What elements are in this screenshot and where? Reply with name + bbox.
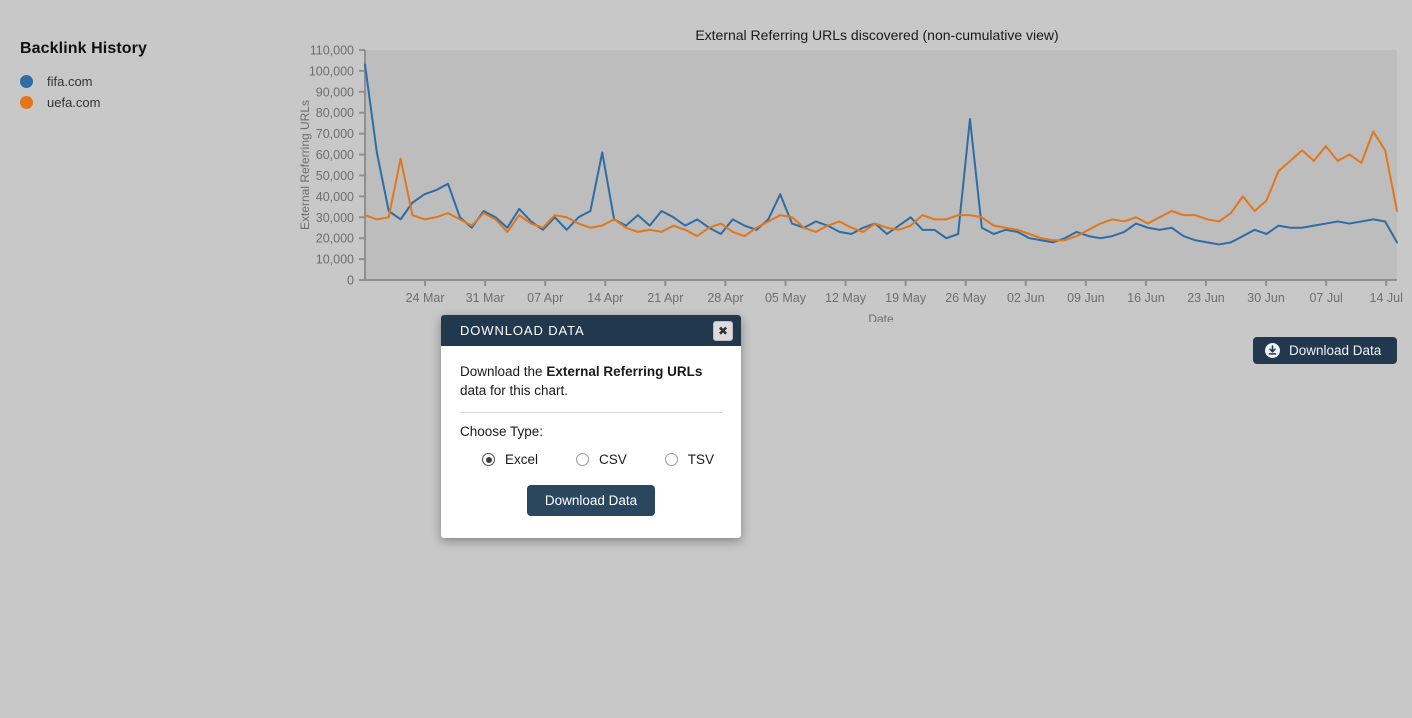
- svg-text:31 Mar: 31 Mar: [466, 291, 505, 305]
- svg-text:12 May: 12 May: [825, 291, 867, 305]
- svg-text:External Referring URLs: External Referring URLs: [298, 100, 312, 230]
- svg-text:14 Apr: 14 Apr: [587, 291, 623, 305]
- svg-text:100,000: 100,000: [309, 64, 354, 78]
- svg-text:70,000: 70,000: [316, 127, 354, 141]
- svg-text:21 Apr: 21 Apr: [647, 291, 683, 305]
- svg-text:Date: Date: [868, 312, 894, 322]
- download-data-button[interactable]: Download Data: [1253, 337, 1397, 364]
- svg-text:23 Jun: 23 Jun: [1187, 291, 1225, 305]
- download-data-button-label: Download Data: [1289, 343, 1381, 358]
- svg-text:0: 0: [347, 274, 354, 288]
- radio-button[interactable]: [665, 453, 678, 466]
- svg-text:24 Mar: 24 Mar: [406, 291, 445, 305]
- modal-description-suffix: data for this chart.: [460, 383, 568, 398]
- divider: [460, 412, 722, 413]
- svg-text:50,000: 50,000: [316, 169, 354, 183]
- radio-option-csv[interactable]: CSV: [576, 452, 627, 467]
- download-data-modal: DOWNLOAD DATA ✖ Download the External Re…: [441, 315, 741, 538]
- svg-text:26 May: 26 May: [945, 291, 987, 305]
- svg-text:05 May: 05 May: [765, 291, 807, 305]
- svg-text:07 Apr: 07 Apr: [527, 291, 563, 305]
- svg-text:30 Jun: 30 Jun: [1247, 291, 1285, 305]
- svg-text:16 Jun: 16 Jun: [1127, 291, 1165, 305]
- svg-text:07 Jul: 07 Jul: [1309, 291, 1342, 305]
- svg-text:80,000: 80,000: [316, 106, 354, 120]
- radio-option-excel[interactable]: Excel: [482, 452, 538, 467]
- radio-button[interactable]: [576, 453, 589, 466]
- choose-type-label: Choose Type:: [460, 424, 722, 439]
- svg-text:90,000: 90,000: [316, 85, 354, 99]
- radio-option-label: Excel: [505, 452, 538, 467]
- radio-option-tsv[interactable]: TSV: [665, 452, 714, 467]
- svg-text:110,000: 110,000: [310, 44, 354, 58]
- svg-text:14 Jul: 14 Jul: [1370, 291, 1403, 305]
- modal-download-data-button[interactable]: Download Data: [527, 485, 655, 516]
- svg-text:09 Jun: 09 Jun: [1067, 291, 1105, 305]
- modal-header: DOWNLOAD DATA ✖: [441, 315, 741, 346]
- svg-text:30,000: 30,000: [316, 211, 354, 225]
- backlink-history-panel: Backlink History fifa.com uefa.com Exter…: [0, 0, 1412, 368]
- modal-body: Download the External Referring URLs dat…: [441, 346, 741, 538]
- modal-description: Download the External Referring URLs dat…: [460, 362, 722, 400]
- svg-text:60,000: 60,000: [316, 148, 354, 162]
- radio-button[interactable]: [482, 453, 495, 466]
- download-icon: [1265, 343, 1280, 358]
- svg-text:10,000: 10,000: [316, 253, 354, 267]
- modal-description-emphasis: External Referring URLs: [546, 364, 702, 379]
- svg-text:20,000: 20,000: [316, 232, 354, 246]
- file-type-radio-group: Excel CSV TSV: [460, 452, 722, 467]
- modal-title: DOWNLOAD DATA: [460, 323, 585, 338]
- svg-text:02 Jun: 02 Jun: [1007, 291, 1045, 305]
- external-referring-urls-chart: External Referring URLs discovered (non-…: [0, 22, 1412, 322]
- radio-option-label: TSV: [688, 452, 714, 467]
- svg-text:28 Apr: 28 Apr: [707, 291, 743, 305]
- page-root: Backlink History fifa.com uefa.com Exter…: [0, 0, 1412, 718]
- modal-description-prefix: Download the: [460, 364, 546, 379]
- chart-plot-area: 0 10,000 20,000 30,000 40,000 50,000 60,000 70,…: [0, 22, 1412, 322]
- radio-option-label: CSV: [599, 452, 627, 467]
- svg-text:19 May: 19 May: [885, 291, 927, 305]
- svg-text:40,000: 40,000: [316, 190, 354, 204]
- close-icon[interactable]: ✖: [713, 321, 733, 341]
